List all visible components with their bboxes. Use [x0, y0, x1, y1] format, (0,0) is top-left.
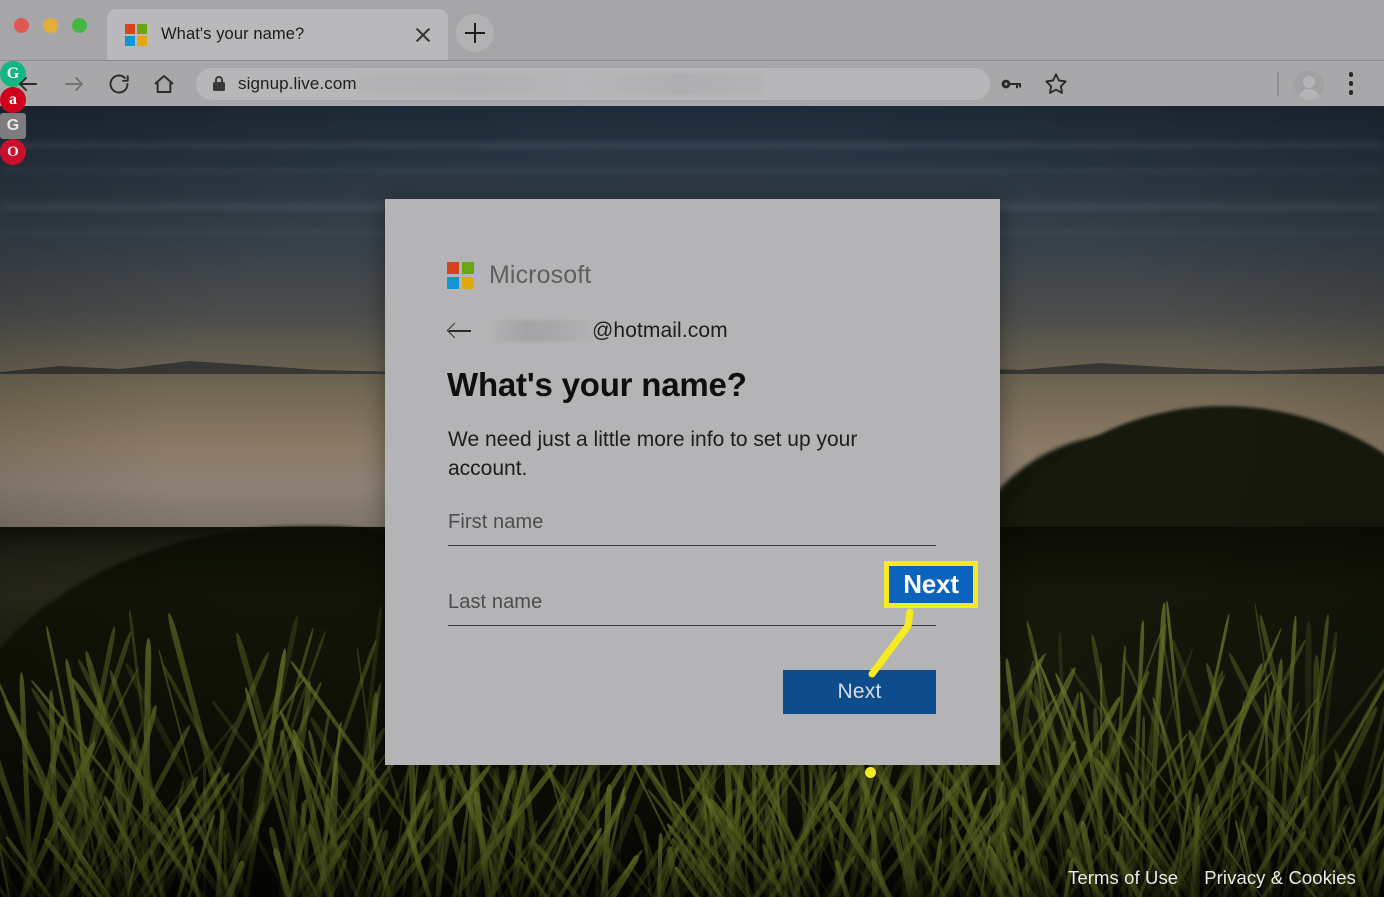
account-email-redacted — [493, 320, 593, 342]
address-bar[interactable]: signup.live.com — [196, 68, 990, 100]
footer-links: Terms of Use Privacy & Cookies — [1068, 867, 1356, 889]
lock-icon — [212, 76, 226, 92]
bookmark-star-icon[interactable] — [1043, 71, 1069, 97]
window-controls — [14, 18, 87, 33]
last-name-field[interactable]: Last name — [448, 591, 936, 626]
browser-toolbar: signup.live.com G a G O — [0, 60, 1384, 165]
opera-extension-label: O — [7, 143, 19, 160]
first-name-label: First name — [448, 511, 544, 533]
address-bar-url: signup.live.com — [238, 74, 357, 93]
next-button[interactable]: Next — [783, 670, 936, 714]
window-minimize-button[interactable] — [43, 18, 58, 33]
dialog-actions: Next — [448, 670, 936, 714]
home-icon[interactable] — [152, 72, 176, 96]
plus-icon[interactable] — [456, 14, 494, 52]
microsoft-logo-icon — [447, 262, 474, 289]
browser-window: What's your name? signup.live.com G a G … — [0, 0, 1384, 897]
first-name-field[interactable]: First name — [448, 511, 936, 546]
last-name-label: Last name — [448, 591, 543, 613]
google-extension-icon[interactable]: G — [0, 113, 26, 139]
password-key-icon[interactable] — [998, 71, 1024, 97]
tab-title: What's your name? — [161, 25, 305, 43]
dialog-subtitle: We need just a little more info to set u… — [448, 428, 858, 480]
arrow-right-icon[interactable] — [62, 72, 86, 96]
signup-dialog: Microsoft @hotmail.com What's your name?… — [385, 199, 1000, 765]
close-icon[interactable] — [412, 24, 434, 46]
microsoft-wordmark: Microsoft — [489, 261, 592, 289]
google-extension-label: G — [6, 117, 20, 134]
tab-strip: What's your name? — [0, 0, 1384, 60]
microsoft-brand: Microsoft — [447, 261, 940, 290]
opera-extension-icon[interactable]: O — [0, 139, 26, 165]
arrow-left-icon[interactable] — [16, 72, 40, 96]
window-maximize-button[interactable] — [72, 18, 87, 33]
next-button-callout: Next — [884, 561, 978, 608]
callout-pointer-dot — [865, 767, 876, 778]
account-back-row[interactable]: @hotmail.com — [449, 318, 940, 344]
avatar-icon[interactable] — [1294, 70, 1324, 100]
privacy-cookies-link[interactable]: Privacy & Cookies — [1204, 867, 1356, 889]
account-email-domain: @hotmail.com — [592, 319, 728, 342]
browser-tab[interactable]: What's your name? — [107, 9, 448, 60]
reload-icon[interactable] — [107, 72, 131, 96]
kebab-menu-icon[interactable] — [1348, 72, 1354, 96]
back-arrow-icon[interactable] — [449, 321, 475, 341]
browser-chrome: What's your name? signup.live.com G a G … — [0, 0, 1384, 165]
page-viewport: Microsoft @hotmail.com What's your name?… — [0, 106, 1384, 897]
page-title: What's your name? — [447, 366, 747, 403]
toolbar-divider — [1277, 72, 1279, 96]
window-close-button[interactable] — [14, 18, 29, 33]
address-bar-redacted-path — [356, 73, 763, 95]
callout-label: Next — [903, 569, 959, 599]
microsoft-logo-icon — [125, 23, 147, 46]
terms-of-use-link[interactable]: Terms of Use — [1068, 867, 1178, 889]
